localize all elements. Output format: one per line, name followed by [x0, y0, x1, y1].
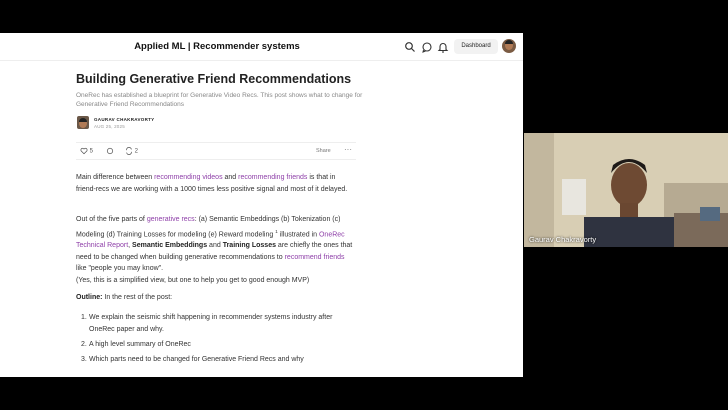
comment-button[interactable]	[106, 147, 114, 155]
share-button[interactable]: Share	[316, 148, 331, 154]
list-item: 1. We explain the seismic shift happening…	[81, 314, 333, 333]
more-options-button[interactable]: ···	[344, 145, 352, 154]
author-name[interactable]: GAURAV CHAKRAVORTY	[94, 117, 154, 122]
webcam-frame-image	[524, 133, 728, 247]
restack-count: 2	[134, 148, 139, 155]
post-subtitle: OneRec has established a blueprint for G…	[76, 92, 363, 108]
list-item: 3. Which parts need to be changed for Gen…	[81, 355, 304, 363]
user-avatar[interactable]	[502, 39, 516, 53]
paragraph-intro: Main difference between recommending vid…	[76, 174, 348, 193]
publication-title[interactable]: Applied ML | Recommender systems	[0, 41, 434, 52]
outline-list: 1. We explain the seismic shift happening…	[76, 312, 356, 369]
participant-name: Gaurav Chakravorty	[529, 235, 597, 244]
link-recommend-friends[interactable]: recommend friends	[285, 254, 345, 261]
link-recommending-friends[interactable]: recommending friends	[238, 174, 307, 181]
like-button[interactable]: 5	[80, 147, 93, 155]
post-date: AUG 25, 2025	[94, 124, 125, 129]
action-bar: 5 2 Share ···	[76, 142, 356, 160]
chat-icon[interactable]	[421, 41, 433, 53]
paragraph-five-parts: Out of the five parts of generative recs…	[76, 216, 353, 284]
post-title: Building Generative Friend Recommendatio…	[76, 72, 352, 86]
webcam-video: Gaurav Chakravorty	[524, 133, 728, 247]
restack-icon	[126, 147, 132, 155]
like-count: 5	[89, 148, 94, 155]
bell-icon[interactable]	[437, 41, 449, 53]
top-bar: Applied ML | Recommender systems Dashboa…	[0, 33, 523, 61]
dashboard-button[interactable]: Dashboard	[454, 39, 498, 54]
search-icon[interactable]	[404, 41, 416, 53]
author-avatar[interactable]	[77, 116, 89, 129]
restack-button[interactable]: 2	[125, 147, 138, 155]
outline-heading: Outline: In the rest of the post:	[76, 294, 173, 301]
list-item: 2. A high level summary of OneRec	[81, 340, 191, 348]
substack-page: Applied ML | Recommender systems Dashboa…	[0, 33, 523, 377]
link-generative-recs[interactable]: generative recs	[147, 216, 195, 223]
mvp-note: (Yes, this is a simplified view, but one…	[76, 276, 310, 284]
link-recommending-videos[interactable]: recommending videos	[154, 174, 222, 181]
comment-icon	[106, 147, 114, 155]
heart-icon	[80, 147, 88, 155]
